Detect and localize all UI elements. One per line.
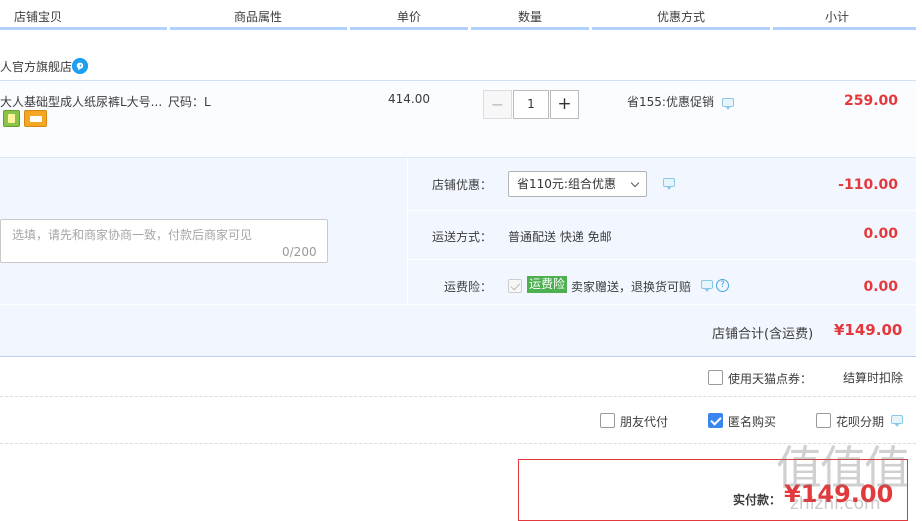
- watermark-logo: 值值值: [776, 441, 910, 495]
- row-divider: [408, 210, 916, 211]
- shop-promo-select[interactable]: 省110元:组合优惠: [508, 171, 647, 197]
- header-underline: [170, 27, 347, 30]
- shipping-label: 运送方式：: [432, 230, 493, 244]
- shop-promo-selected: 省110元:组合优惠: [517, 177, 616, 191]
- shipping-amount: 0.00: [863, 226, 898, 242]
- huabei-checkbox[interactable]: [816, 413, 831, 428]
- shop-name-link[interactable]: 人官方旗舰店: [0, 58, 72, 75]
- insurance-comment-icon[interactable]: [701, 280, 713, 292]
- help-icon[interactable]: ?: [716, 279, 729, 292]
- header-underline: [592, 27, 770, 30]
- insurance-amount: 0.00: [863, 279, 898, 295]
- header-underline: [471, 27, 589, 30]
- item-title-link[interactable]: 大人基础型成人纸尿裤L大号...: [0, 93, 162, 110]
- watermark-site: zhizhi.com: [790, 494, 881, 514]
- anonymous-checkbox[interactable]: [708, 413, 723, 428]
- insurance-checkbox: [508, 279, 522, 293]
- use-points-checkbox[interactable]: [708, 370, 723, 385]
- insurance-label: 运费险：: [444, 280, 493, 294]
- authentic-badge-icon: [3, 110, 20, 127]
- credit-card-badge-icon: [24, 110, 47, 127]
- header-attr: 商品属性: [234, 10, 283, 24]
- quantity-increase-button[interactable]: +: [550, 90, 579, 119]
- row-divider: [408, 259, 916, 260]
- item-attribute: 尺码：L: [168, 95, 211, 109]
- insurance-tag: 运费险: [527, 276, 568, 293]
- insurance-desc: 卖家赠送，退换货可赔: [571, 280, 692, 294]
- huabei-comment-icon[interactable]: [891, 415, 903, 427]
- shop-total-amount: ¥149.00: [834, 321, 903, 339]
- friend-pay-label: 朋友代付: [620, 415, 669, 429]
- friend-pay-checkbox[interactable]: [600, 413, 615, 428]
- quantity-input[interactable]: 1: [513, 90, 549, 119]
- row-divider: [0, 304, 916, 305]
- cart-item-row: [0, 80, 916, 156]
- chat-icon[interactable]: [72, 58, 88, 74]
- chevron-down-icon: [630, 178, 640, 188]
- header-price: 单价: [397, 10, 422, 24]
- item-subtotal: 259.00: [843, 93, 898, 109]
- points-note: 结算时扣除: [843, 371, 904, 385]
- item-promo-text: 省155:优惠促销: [627, 95, 714, 109]
- header-underline: [773, 27, 916, 30]
- shop-promo-amount: -110.00: [838, 177, 898, 193]
- payment-label: 实付款：: [733, 493, 782, 507]
- memo-char-count: 0/200: [282, 245, 317, 259]
- anonymous-label: 匿名购买: [728, 415, 777, 429]
- promo-comment-icon[interactable]: [722, 98, 734, 110]
- shop-total-label: 店铺合计(含运费): [712, 327, 814, 342]
- shop-promo-label: 店铺优惠：: [432, 178, 493, 192]
- section-divider: [0, 396, 916, 397]
- item-unit-price: 414.00: [388, 92, 430, 106]
- vertical-divider: [407, 158, 408, 303]
- shipping-method: 普通配送 快递 免邮: [508, 230, 612, 244]
- use-points-label: 使用天猫点券：: [728, 372, 813, 386]
- header-underline: [0, 27, 167, 30]
- shop-promo-comment-icon[interactable]: [663, 178, 675, 190]
- memo-placeholder: 选填，请先和商家协商一致，付款后商家可见: [12, 228, 253, 242]
- cart-header: 店铺宝贝 商品属性 单价 数量 优惠方式 小计: [0, 0, 922, 30]
- header-quantity: 数量: [518, 10, 543, 24]
- quantity-decrease-button[interactable]: −: [483, 90, 512, 119]
- header-promo: 优惠方式: [657, 10, 706, 24]
- header-underline: [350, 27, 468, 30]
- header-shop-item: 店铺宝贝: [14, 10, 63, 24]
- header-subtotal: 小计: [825, 10, 850, 24]
- huabei-label: 花呗分期: [836, 415, 885, 429]
